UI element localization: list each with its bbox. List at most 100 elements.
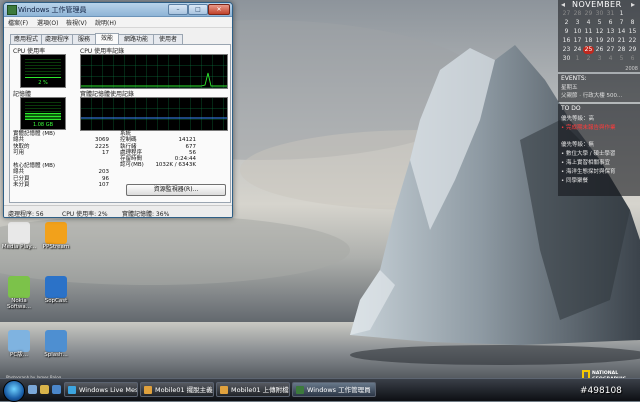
calendar-day[interactable]: 15 — [627, 28, 638, 36]
desktop-shortcut[interactable]: Splash... — [36, 330, 76, 358]
calendar-prev-button[interactable]: ◂ — [561, 0, 565, 9]
desktop-shortcut[interactable]: Media Play... — [0, 222, 39, 250]
menu-options[interactable]: 選項(O) — [37, 18, 58, 27]
calendar-day[interactable]: 28 — [616, 46, 627, 54]
taskbar-button-label: Mobile01 擺脫主義... — [155, 386, 214, 394]
calendar-day[interactable]: 18 — [583, 37, 594, 45]
calendar-day[interactable]: 17 — [572, 37, 583, 45]
calendar-day[interactable]: 29 — [627, 46, 638, 54]
close-button[interactable]: ✕ — [208, 4, 230, 15]
calendar-day[interactable]: 2 — [561, 19, 572, 27]
status-bar: 處理程序: 56 CPU 使用率: 2% 實體記憶體: 36% — [4, 205, 232, 218]
calendar-day[interactable]: 3 — [594, 55, 605, 63]
menu-file[interactable]: 檔案(F) — [8, 18, 28, 27]
taskbar-window-button[interactable]: Mobile01 擺脫主義... — [140, 382, 214, 397]
calendar-next-button[interactable]: ▸ — [631, 0, 635, 9]
calendar-day[interactable]: 14 — [616, 28, 627, 36]
calendar-day[interactable]: 31 — [605, 10, 616, 18]
calendar-day[interactable]: 4 — [583, 19, 594, 27]
desktop-shortcut-label: PC版... — [10, 352, 28, 358]
calendar-day[interactable]: 13 — [605, 28, 616, 36]
calendar-day[interactable]: 28 — [572, 10, 583, 18]
tab-services[interactable]: 服務 — [72, 34, 96, 44]
calendar-day[interactable]: 26 — [594, 46, 605, 54]
calendar-day[interactable]: 2 — [583, 55, 594, 63]
todo-item[interactable]: • 完成期末報告與作業 — [561, 123, 639, 131]
tab-users[interactable]: 使用者 — [153, 34, 183, 44]
title-bar[interactable]: Windows 工作管理員 – □ ✕ — [4, 3, 232, 17]
calendar-day[interactable]: 24 — [572, 46, 583, 54]
calendar-day[interactable]: 30 — [594, 10, 605, 18]
taskbar-button-label: Mobile01 上傳附檔... — [231, 386, 290, 394]
calendar-day[interactable]: 19 — [594, 37, 605, 45]
maximize-button[interactable]: □ — [188, 4, 208, 15]
event-line[interactable]: 父親節 · 行政大樓 500... — [561, 91, 639, 99]
calendar-day[interactable]: 9 — [561, 28, 572, 36]
calendar-day[interactable]: 21 — [616, 37, 627, 45]
show-desktop-icon[interactable] — [28, 385, 37, 394]
todo-item[interactable]: • 同學聚餐 — [561, 176, 639, 184]
todo-item[interactable]: • 海上實習相關事宜 — [561, 158, 639, 166]
stat-row: 可用 17 — [13, 149, 109, 156]
switch-windows-icon[interactable] — [40, 385, 49, 394]
calendar-day[interactable]: 4 — [605, 55, 616, 63]
desktop-shortcut[interactable]: Nokia Softwa... — [0, 276, 39, 310]
menu-view[interactable]: 檢視(V) — [66, 18, 87, 27]
tab-applications[interactable]: 應用程式 — [10, 34, 42, 44]
calendar-day[interactable]: 1 — [572, 55, 583, 63]
calendar-day[interactable]: 7 — [616, 19, 627, 27]
tab-networking[interactable]: 網路功能 — [118, 34, 154, 44]
status-memory: 實體記憶體: 36% — [122, 211, 170, 218]
memory-meter-value: 1.08 GB — [32, 122, 54, 128]
calendar-day[interactable]: 20 — [605, 37, 616, 45]
calendar-day[interactable]: 5 — [616, 55, 627, 63]
stat-row: 認可(MB) 1032K / 6343K — [120, 162, 196, 169]
calendar-day[interactable]: 12 — [594, 28, 605, 36]
desktop-shortcut[interactable]: SopCast — [36, 276, 76, 304]
calendar-day[interactable]: 6 — [627, 55, 638, 63]
taskbar-window-button[interactable]: Windows Live Mes... — [64, 382, 138, 397]
calendar-day[interactable]: 25 — [583, 46, 594, 54]
media-player-icon — [8, 222, 30, 244]
calendar-day[interactable]: 8 — [627, 19, 638, 27]
desktop-shortcut-label: PPStream — [42, 244, 70, 250]
start-button[interactable] — [3, 380, 25, 402]
browser-quicklaunch-icon[interactable] — [52, 385, 61, 394]
calendar-day[interactable]: 3 — [572, 19, 583, 27]
todo-item[interactable]: • 海洋生態探討與保育 — [561, 167, 639, 175]
menu-bar: 檔案(F) 選項(O) 檢視(V) 說明(H) — [4, 17, 232, 28]
taskbar-window-button[interactable]: Windows 工作管理員 — [292, 382, 376, 397]
calendar-day[interactable]: 16 — [561, 37, 572, 45]
desktop-shortcut-label: Splash... — [44, 352, 68, 358]
todo-item[interactable]: 優先等級：無 — [561, 140, 639, 148]
calendar-day[interactable]: 27 — [561, 10, 572, 18]
events-gadget: EVENTS: 星期五 父親節 · 行政大樓 500... — [558, 74, 640, 102]
minimize-button[interactable]: – — [168, 4, 188, 15]
sopcast-icon — [45, 276, 67, 298]
event-line[interactable]: 星期五 — [561, 83, 639, 91]
calendar-day[interactable]: 23 — [561, 46, 572, 54]
calendar-day[interactable]: 27 — [605, 46, 616, 54]
physical-memory-stats: 實體記憶體 (MB) 總共 3069 快取的 2225 可用 17 — [13, 131, 109, 156]
tab-processes[interactable]: 處理程序 — [41, 34, 73, 44]
calendar-day[interactable]: 6 — [605, 19, 616, 27]
taskbar-window-button[interactable]: Mobile01 上傳附檔... — [216, 382, 290, 397]
stat-row: 未分頁 107 — [13, 181, 109, 188]
calendar-day[interactable]: 5 — [594, 19, 605, 27]
pc-update-icon — [8, 330, 30, 352]
calendar-day[interactable]: 11 — [583, 28, 594, 36]
events-header: EVENTS: — [561, 75, 587, 82]
calendar-day[interactable]: 1 — [616, 10, 627, 18]
calendar-day[interactable]: 30 — [561, 55, 572, 63]
todo-item[interactable]: • 數位大學 / 碩士學習 — [561, 149, 639, 157]
calendar-day[interactable]: 29 — [583, 10, 594, 18]
desktop-shortcut[interactable]: PPStream — [36, 222, 76, 250]
calendar-month: NOVEMBER — [572, 0, 622, 9]
spiral-icon — [45, 330, 67, 352]
calendar-day[interactable]: 22 — [627, 37, 638, 45]
resource-monitor-button[interactable]: 資源監視器(R)... — [126, 184, 226, 196]
todo-item[interactable]: 優先等級：高 — [561, 114, 639, 122]
calendar-day[interactable]: 10 — [572, 28, 583, 36]
menu-help[interactable]: 說明(H) — [95, 18, 116, 27]
desktop-shortcut[interactable]: PC版... — [0, 330, 39, 358]
